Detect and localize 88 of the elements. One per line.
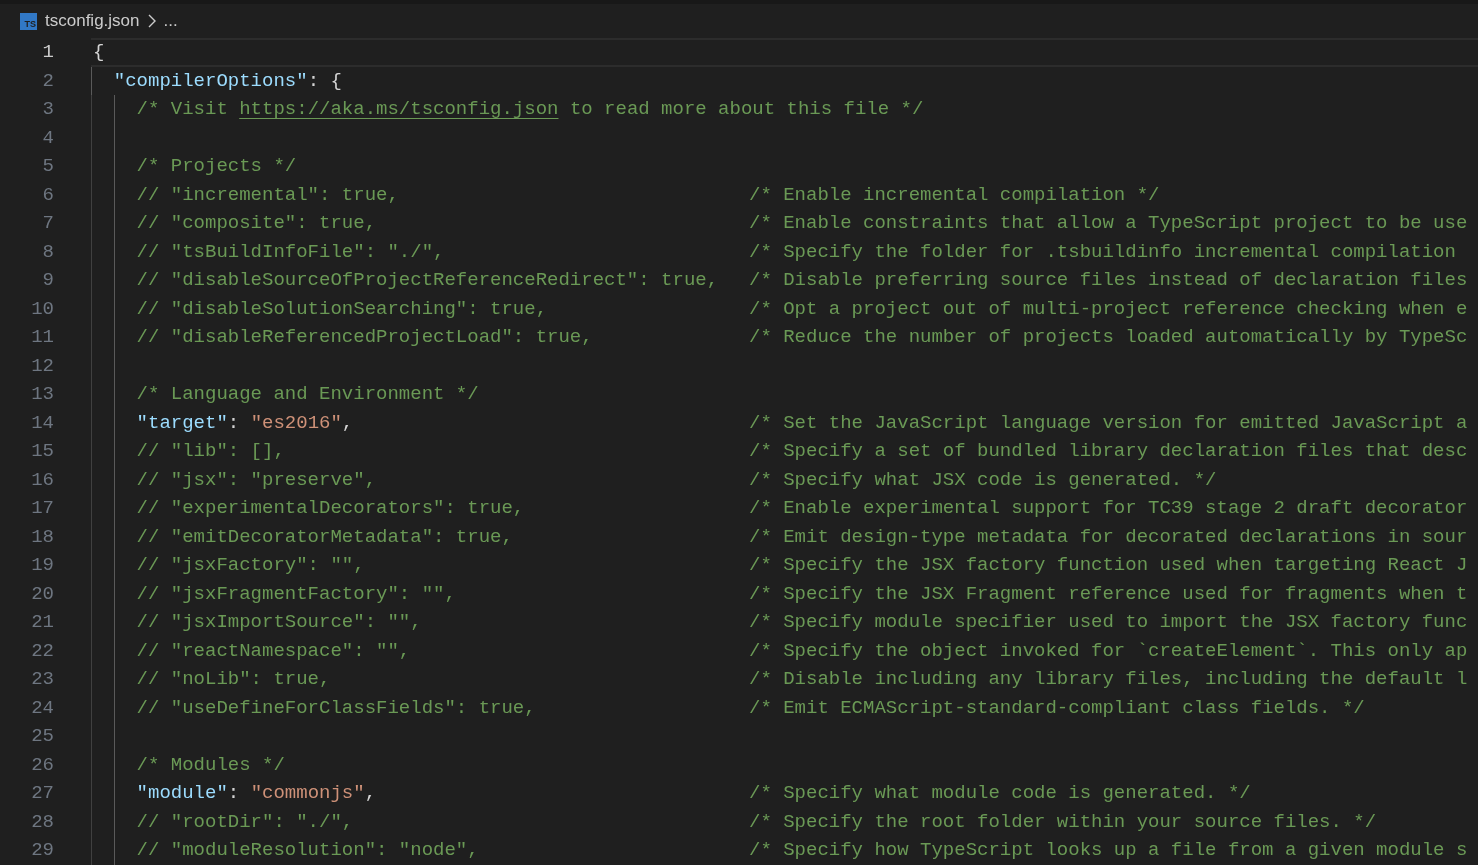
- code-comment: // "rootDir": "./",: [136, 809, 354, 835]
- code-punctuation: ,: [364, 781, 377, 806]
- line-number: 14: [30, 410, 54, 436]
- code-comment: // "disableSolutionSearching": true,: [136, 296, 548, 322]
- code-punctuation: : {: [307, 68, 342, 94]
- code-comment: /* Emit ECMAScript-standard-compliant class fields. */: [749, 695, 1365, 721]
- code-comment: // "useDefineForClassFields": true,: [136, 695, 536, 721]
- code-comment: /* Projects */: [136, 154, 297, 179]
- line-number: 18: [30, 524, 54, 550]
- code-link[interactable]: https://aka.ms/tsconfig.json: [239, 95, 559, 124]
- code-key: "target": [136, 408, 228, 437]
- code-comment: /* Specify the folder for .tsbuildinfo incremental compilation: [749, 239, 1456, 265]
- code-comment: // "tsBuildInfoFile": "./",: [136, 239, 445, 265]
- code-comment: /* Set the JavaScript language version for emitted JavaScript a: [749, 410, 1468, 436]
- line-number: 26: [30, 752, 54, 778]
- line-number: 8: [41, 239, 54, 265]
- code-comment: /* Modules */: [136, 752, 285, 778]
- code-comment: // "moduleResolution": "node",: [136, 838, 479, 863]
- code-comment: /* Specify the root folder within your source files. */: [749, 809, 1377, 835]
- line-number: 4: [41, 125, 54, 151]
- line-number: 9: [41, 268, 54, 293]
- code-comment: /* Specify module specifier used to import the JSX factory func: [749, 610, 1468, 635]
- line-number: 28: [30, 809, 54, 835]
- code-comment: /* Disable including any library files, including the default l: [749, 667, 1468, 692]
- code-comment: // "composite": true,: [136, 211, 377, 236]
- code-key: "compilerOptions": [113, 66, 308, 95]
- line-number: 27: [30, 781, 54, 806]
- code-string: "es2016": [250, 410, 342, 436]
- code-comment: /* Specify a set of bundled library declaration files that desc: [749, 439, 1468, 464]
- code-comment: /* Emit design-type metadata for decorated declarations in sour: [749, 524, 1468, 550]
- chevron-right-icon: [147, 14, 156, 28]
- line-number: 21: [30, 610, 54, 635]
- code-comment: /* Enable incremental compilation */: [749, 182, 1160, 208]
- code-comment: /* Specify what module code is generated. */: [749, 781, 1251, 806]
- code-comment: /* Enable constraints that allow a TypeScript project to be use: [749, 211, 1468, 236]
- code-comment: // "jsxFragmentFactory": "",: [136, 581, 456, 607]
- code-punctuation: :: [227, 410, 241, 436]
- line-number: 2: [41, 68, 54, 94]
- line-number: 1: [41, 40, 54, 65]
- code-comment: /* Specify how TypeScript looks up a file from a given module s: [749, 838, 1468, 863]
- code-punctuation: ,: [341, 410, 354, 436]
- line-number: 29: [30, 838, 54, 863]
- code-comment: // "jsxFactory": "",: [136, 553, 365, 578]
- line-number: 12: [30, 353, 54, 379]
- code-comment: /* Visit: [136, 97, 229, 122]
- line-number: 3: [41, 97, 54, 122]
- code-comment: /* Language and Environment */: [136, 382, 479, 407]
- code-comment: // "disableSourceOfProjectReferenceRedirect": true,: [136, 268, 719, 293]
- code-comment: // "disableReferencedProjectLoad": true,: [136, 325, 593, 350]
- code-punctuation: {: [93, 40, 105, 65]
- code-comment: /* Specify the JSX Fragment reference used for fragments when t: [749, 581, 1468, 607]
- line-number: 23: [30, 667, 54, 692]
- code-comment: /* Reduce the number of projects loaded automatically by TypeSc: [749, 325, 1468, 350]
- line-number: 5: [41, 154, 54, 179]
- line-number: 16: [30, 467, 54, 493]
- line-number: 19: [30, 553, 54, 578]
- code-comment: /* Opt a project out of multi-project reference checking when e: [749, 296, 1468, 322]
- code-comment: /* Specify what JSX code is generated. */: [749, 467, 1217, 493]
- line-number: 24: [30, 695, 54, 721]
- line-number: 20: [30, 581, 54, 607]
- code-comment: to read more about this file */: [568, 97, 924, 122]
- breadcrumb-more[interactable]: ...: [163, 8, 178, 34]
- line-number: 17: [30, 496, 54, 521]
- code-comment: /* Specify the object invoked for `createElement`. This only ap: [749, 638, 1468, 664]
- code-key: "module": [136, 779, 228, 808]
- code-string: "commonjs": [250, 781, 365, 806]
- code-comment: // "jsx": "preserve",: [136, 467, 377, 493]
- code-comment: // "experimentalDecorators": true,: [136, 496, 525, 521]
- line-number: 13: [30, 382, 54, 407]
- breadcrumb-file[interactable]: tsconfig.json: [45, 8, 140, 34]
- code-comment: // "jsxImportSource": "",: [136, 610, 422, 635]
- code-comment: // "incremental": true,: [136, 182, 399, 208]
- code-comment: // "noLib": true,: [136, 667, 331, 692]
- typescript-file-icon: TS: [20, 12, 37, 30]
- line-number: 25: [30, 724, 54, 749]
- code-comment: /* Specify the JSX factory function used when targeting React J: [749, 553, 1468, 578]
- code-comment: /* Enable experimental support for TC39 stage 2 draft decorator: [749, 496, 1468, 521]
- code-comment: // "lib": [],: [136, 439, 285, 464]
- line-number: 7: [41, 211, 54, 236]
- line-number: 10: [30, 296, 54, 322]
- code-comment: /* Disable preferring source files instead of declaration files: [749, 268, 1468, 293]
- line-number: 22: [30, 638, 54, 664]
- line-number: 11: [30, 325, 54, 350]
- code-punctuation: :: [227, 781, 241, 806]
- line-number: 6: [41, 182, 54, 208]
- code-comment: // "reactNamespace": "",: [136, 638, 411, 664]
- line-number: 15: [30, 439, 54, 464]
- code-comment: // "emitDecoratorMetadata": true,: [136, 524, 513, 550]
